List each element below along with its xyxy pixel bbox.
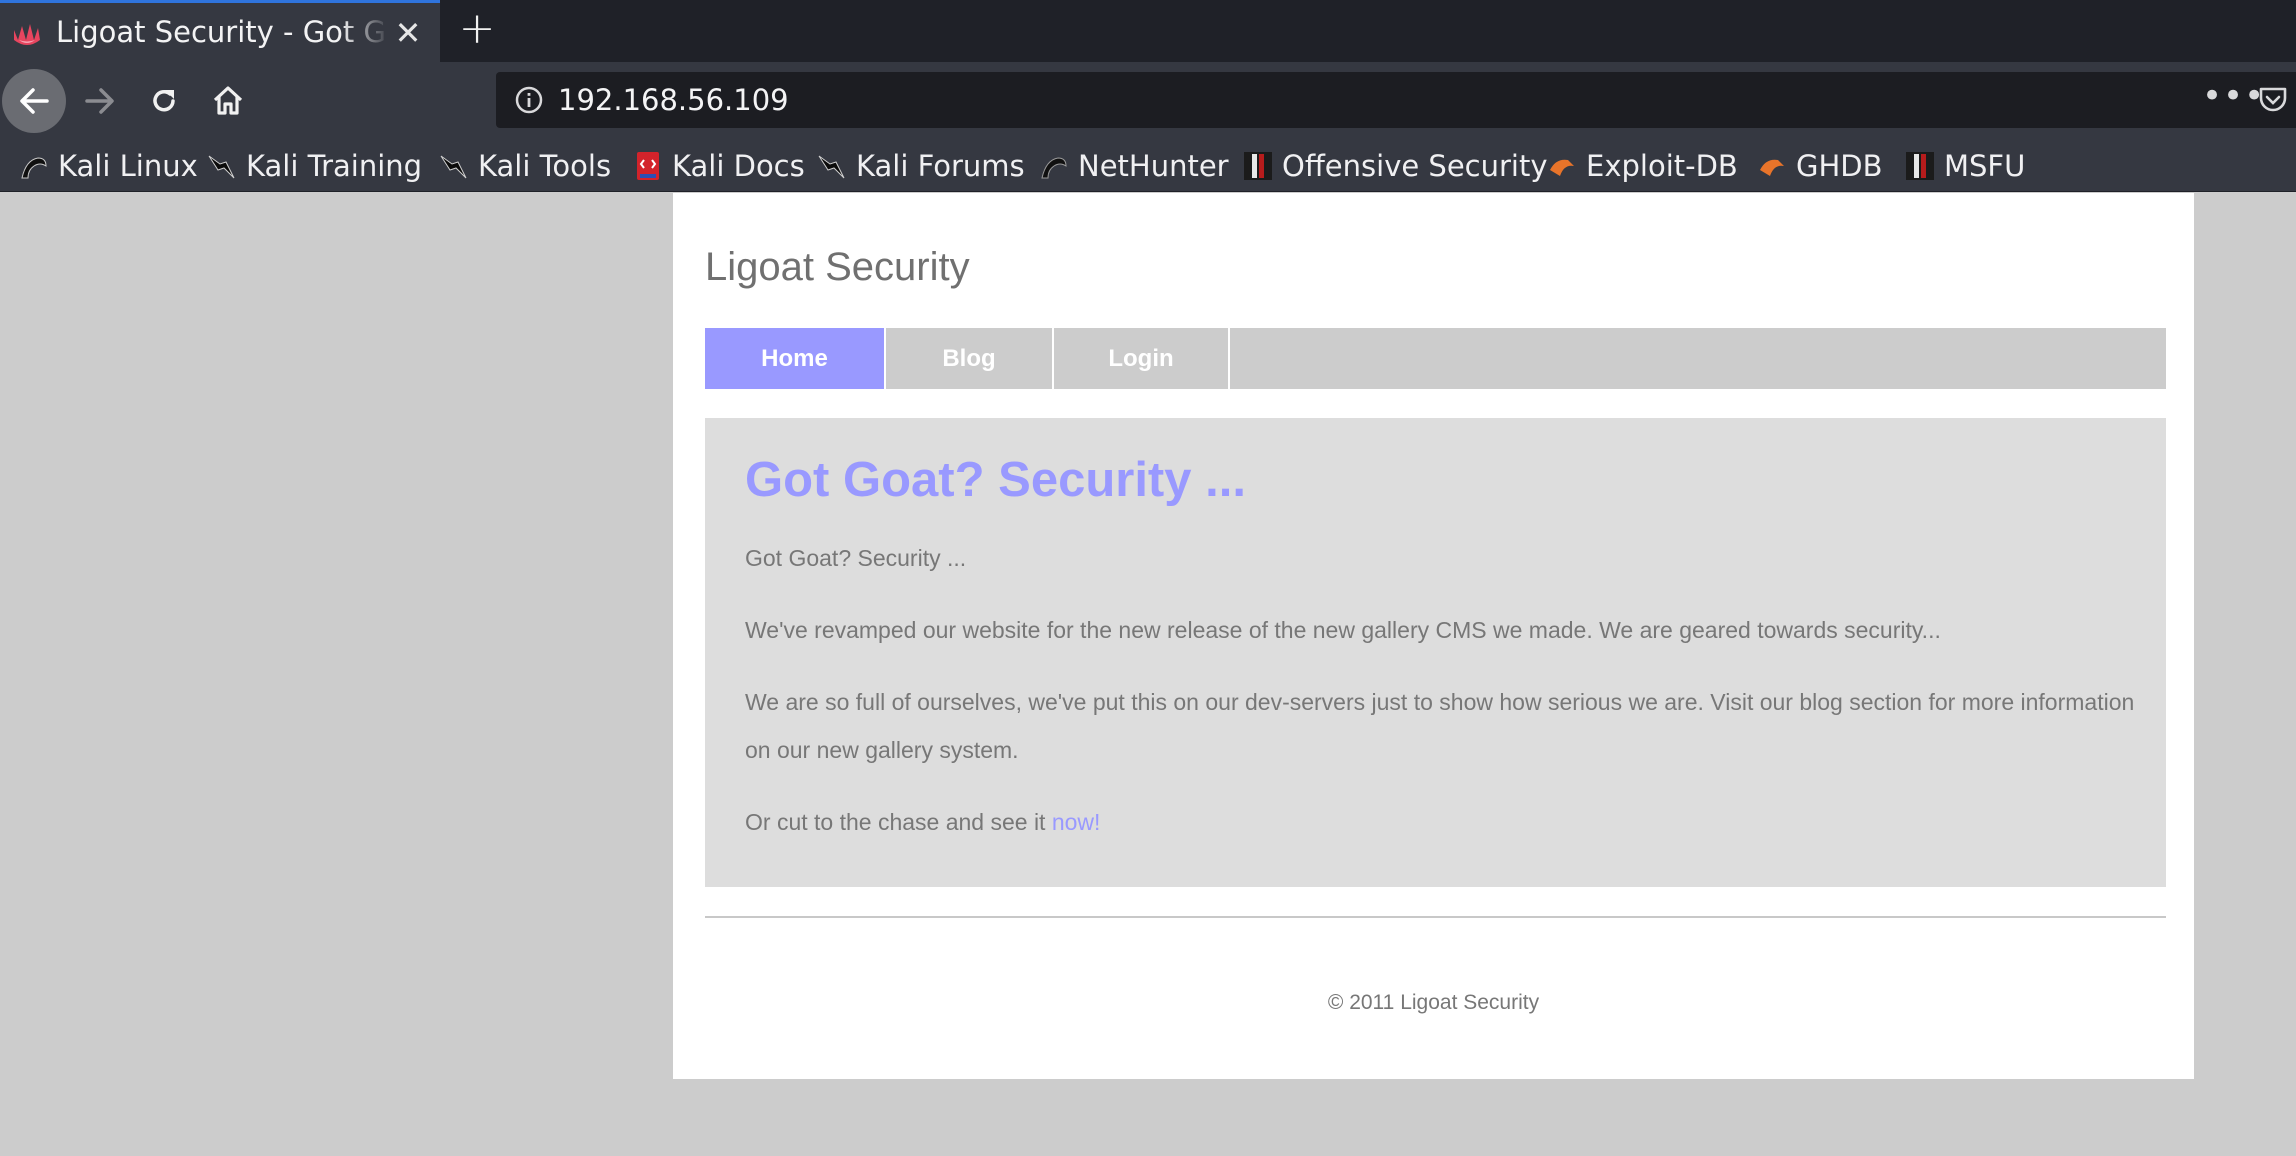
exploit-db-icon [1550, 159, 1574, 176]
tab-title: Ligoat Security - Got Goat? Security ... [56, 15, 386, 49]
forward-arrow-icon [85, 88, 114, 114]
url-bar[interactable]: 192.168.56.109 ••• [496, 72, 2296, 128]
bookmark-msfu[interactable]: MSFU [1904, 146, 2025, 186]
footer-copyright: © 2011 Ligoat Security [1327, 991, 1540, 1014]
bookmark-kali-training[interactable]: Kali Training [206, 146, 422, 186]
bookmark-exploit-db[interactable]: Exploit-DB [1546, 146, 1738, 186]
menu-item-home[interactable]: Home [705, 328, 886, 389]
content-box: Got Goat? Security ... Got Goat? Securit… [705, 418, 2166, 887]
footer-divider [705, 916, 2166, 918]
kali-dragon-icon [818, 155, 845, 179]
bookmarks-toolbar: Kali Linux Kali Training Kali Tools Kali… [0, 140, 2296, 192]
new-tab-button[interactable]: + [458, 7, 496, 51]
intro-paragraph: Got Goat? Security ... [745, 545, 967, 571]
bookmark-nethunter[interactable]: NetHunter [1038, 146, 1229, 186]
forward-button[interactable] [68, 69, 132, 133]
kali-docs-icon [637, 152, 659, 180]
menu-item-login[interactable]: Login [1054, 328, 1230, 389]
main-menu: Home Blog Login [705, 328, 2166, 389]
bookmark-kali-linux[interactable]: Kali Linux [18, 146, 198, 186]
back-button[interactable] [2, 69, 66, 133]
back-arrow-icon [20, 88, 49, 114]
page-headline: Got Goat? Security ... [745, 453, 1246, 507]
revamp-paragraph: We've revamped our website for the new r… [745, 617, 1941, 643]
kali-dragon-icon [440, 155, 467, 179]
site-favicon-icon [14, 24, 40, 45]
cta-paragraph: Or cut to the chase and see it now! [745, 798, 2135, 846]
page-container: Ligoat Security Home Blog Login Got Goat… [673, 193, 2194, 1079]
tab-title-fade [340, 8, 390, 58]
tab-bar: Ligoat Security - Got Goat? Security ...… [0, 0, 2296, 62]
bookmark-kali-forums[interactable]: Kali Forums [816, 146, 1025, 186]
reload-icon [153, 89, 175, 112]
bookmark-offensive-security[interactable]: Offensive Security [1242, 146, 1548, 186]
reload-button[interactable] [132, 69, 196, 133]
nethunter-icon [1041, 157, 1067, 179]
active-tab[interactable]: Ligoat Security - Got Goat? Security ...… [0, 0, 440, 62]
now-link[interactable]: now! [1052, 809, 1101, 835]
bookmark-kali-tools[interactable]: Kali Tools [438, 146, 611, 186]
kali-dragon-icon [21, 157, 47, 179]
home-button[interactable] [196, 69, 260, 133]
bookmark-ghdb[interactable]: GHDB [1756, 146, 1883, 186]
page-actions-menu-icon[interactable]: ••• [2202, 76, 2265, 116]
bookmark-kali-docs[interactable]: Kali Docs [632, 146, 805, 186]
dev-server-paragraph: We are so full of ourselves, we've put t… [745, 689, 2135, 763]
site-info-icon[interactable] [514, 85, 544, 115]
url-text[interactable]: 192.168.56.109 [558, 80, 789, 120]
navigation-toolbar: 192.168.56.109 ••• [0, 62, 2296, 140]
cta-text: Or cut to the chase and see it [745, 809, 1052, 835]
offsec-icon [1244, 152, 1272, 180]
home-icon [213, 86, 243, 115]
kali-dragon-icon [208, 155, 235, 179]
close-tab-icon[interactable]: ✕ [393, 16, 423, 50]
msfu-icon [1906, 152, 1934, 180]
site-title: Ligoat Security [705, 245, 970, 289]
pocket-icon[interactable] [2258, 86, 2288, 114]
ghdb-icon [1760, 159, 1784, 176]
menu-item-blog[interactable]: Blog [886, 328, 1054, 389]
